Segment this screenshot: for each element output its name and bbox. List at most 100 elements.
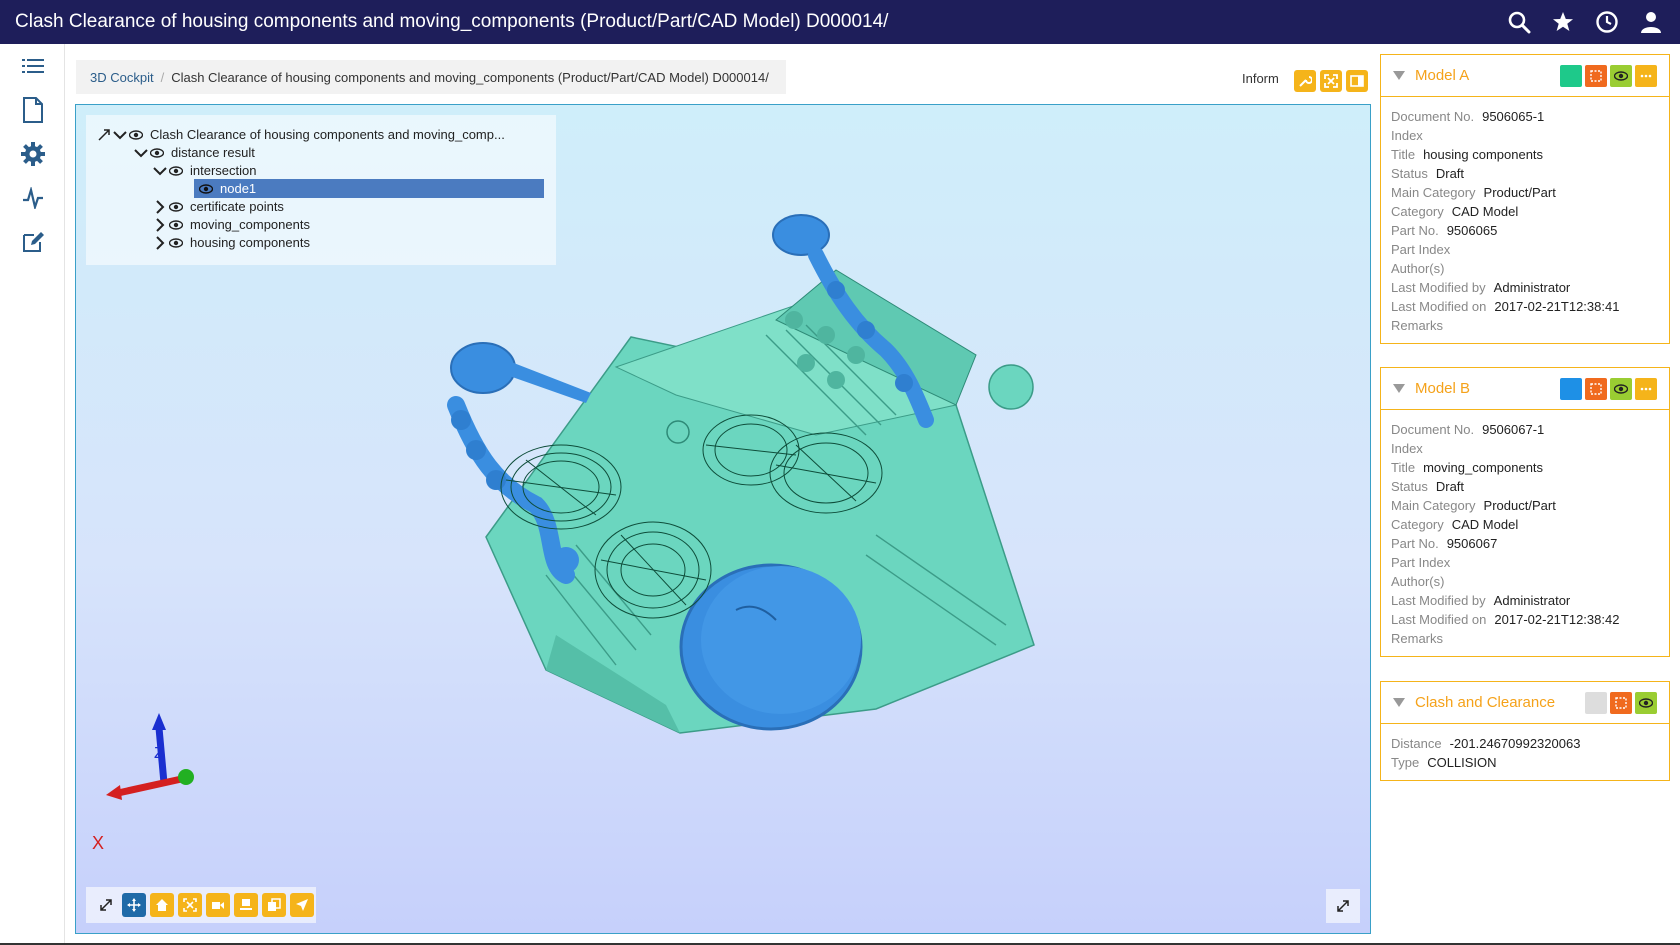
eye-icon[interactable] — [168, 217, 184, 233]
eye-icon[interactable] — [1635, 691, 1657, 714]
chevron-right-icon[interactable] — [152, 235, 168, 251]
tree-label: distance result — [171, 145, 255, 160]
search-icon[interactable] — [1504, 7, 1534, 37]
bounding-box-icon[interactable] — [1585, 64, 1607, 87]
chevron-down-icon[interactable] — [133, 145, 149, 161]
tree-row-intersection[interactable]: intersection — [152, 161, 256, 180]
eye-icon[interactable] — [128, 127, 144, 143]
edit-icon[interactable] — [0, 220, 65, 264]
model-b-title: Model B — [1415, 380, 1471, 397]
camera-icon[interactable] — [206, 893, 230, 917]
gear-icon[interactable] — [0, 132, 65, 176]
navigate-icon[interactable] — [290, 893, 314, 917]
field-row: Title housing components — [1391, 147, 1544, 162]
eye-icon[interactable] — [1610, 64, 1632, 87]
eye-icon[interactable] — [168, 235, 184, 251]
model-tree: Clash Clearance of housing components an… — [86, 115, 556, 265]
field-row: Document No. 9506065-1 — [1391, 109, 1545, 124]
field-row: Category CAD Model — [1391, 204, 1519, 219]
eye-icon[interactable] — [198, 181, 214, 197]
chevron-down-icon[interactable] — [112, 127, 128, 143]
pulse-icon[interactable] — [0, 176, 65, 220]
field-row: Index — [1391, 441, 1423, 456]
page-title: Clash Clearance of housing components an… — [15, 11, 889, 32]
model-b-fields: Document No. 9506067-1 Index Title moving_… — [1381, 410, 1669, 656]
fullscreen-icon[interactable] — [1326, 889, 1360, 923]
bounding-box-icon[interactable] — [1610, 691, 1632, 714]
collapse-triangle-icon[interactable] — [1393, 384, 1405, 393]
field-row: Main Category Product/Part — [1391, 185, 1556, 200]
clash-header: Clash and Clearance — [1381, 682, 1669, 724]
axis-label-z: Z — [154, 745, 164, 762]
field-row: Document No. 9506067-1 — [1391, 422, 1545, 437]
tree-row-root[interactable]: Clash Clearance of housing components an… — [96, 125, 505, 144]
field-row: Author(s) — [1391, 261, 1445, 276]
collapse-triangle-icon[interactable] — [1393, 71, 1405, 80]
model-b-header: Model B — [1381, 368, 1669, 410]
inform-label[interactable]: Inform — [1242, 71, 1279, 86]
field-row: Index — [1391, 128, 1423, 143]
field-row: Last Modified by Administrator — [1391, 593, 1571, 608]
document-icon[interactable] — [0, 88, 65, 132]
viewer-top-controls — [1294, 70, 1368, 92]
model-a-panel: Model A Document No. 9506065-1 Index Titl… — [1380, 54, 1670, 344]
more-icon[interactable] — [1635, 64, 1657, 87]
left-nav — [0, 44, 65, 945]
fit-view-icon[interactable] — [1320, 70, 1342, 92]
color-swatch-button[interactable] — [1560, 377, 1582, 400]
fit-all-icon[interactable] — [178, 893, 202, 917]
clash-fields: Distance -201.24670992320063 Type COLLISIO… — [1381, 724, 1669, 780]
field-row: Remarks — [1391, 631, 1444, 646]
field-row: Part No. 9506067 — [1391, 536, 1498, 551]
section-icon[interactable] — [234, 893, 258, 917]
chevron-right-icon[interactable] — [152, 199, 168, 215]
model-a-title: Model A — [1415, 67, 1470, 84]
field-row: Part Index — [1391, 242, 1451, 257]
tree-row-certificate-points[interactable]: certificate points — [152, 197, 284, 216]
eye-icon[interactable] — [149, 145, 165, 161]
field-row: Type COLLISION — [1391, 755, 1497, 770]
field-row: Main Category Product/Part — [1391, 498, 1556, 513]
field-row: Remarks — [1391, 318, 1444, 333]
3d-viewport[interactable]: Clash Clearance of housing components an… — [75, 104, 1371, 934]
chevron-right-icon[interactable] — [152, 217, 168, 233]
more-icon[interactable] — [1635, 377, 1657, 400]
field-row: Last Modified on 2017-02-21T12:38:42 — [1391, 612, 1620, 627]
side-panel-icon[interactable] — [1346, 70, 1368, 92]
copy-icon[interactable] — [262, 893, 286, 917]
clock-icon[interactable] — [1592, 7, 1622, 37]
collapse-all-icon[interactable] — [96, 127, 112, 143]
home-icon[interactable] — [150, 893, 174, 917]
color-swatch-button[interactable] — [1585, 691, 1607, 714]
list-icon[interactable] — [0, 44, 65, 88]
model-a-fields: Document No. 9506065-1 Index Title housing… — [1381, 97, 1669, 343]
clash-title: Clash and Clearance — [1415, 694, 1556, 711]
model-a-header: Model A — [1381, 55, 1669, 97]
collapse-triangle-icon[interactable] — [1393, 698, 1405, 707]
field-row: Last Modified by Administrator — [1391, 280, 1571, 295]
axis-label-x: X — [92, 833, 105, 853]
breadcrumb-root[interactable]: 3D Cockpit — [90, 70, 154, 85]
tree-label: moving_components — [190, 217, 310, 232]
move-icon[interactable] — [122, 893, 146, 917]
model-b-panel: Model B Document No. 9506067-1 Index Titl… — [1380, 367, 1670, 657]
breadcrumb-separator: / — [160, 69, 165, 85]
tree-row-node1[interactable]: node1 — [194, 179, 544, 198]
tree-row-moving-components[interactable]: moving_components — [152, 215, 310, 234]
field-row: Status Draft — [1391, 479, 1465, 494]
eye-icon[interactable] — [1610, 377, 1632, 400]
tree-row-distance-result[interactable]: distance result — [133, 143, 255, 162]
user-icon[interactable] — [1636, 7, 1666, 37]
chevron-down-icon[interactable] — [152, 163, 168, 179]
eye-icon[interactable] — [168, 163, 184, 179]
bounding-box-icon[interactable] — [1585, 377, 1607, 400]
tree-row-housing-components[interactable]: housing components — [152, 233, 310, 252]
star-icon[interactable] — [1548, 7, 1578, 37]
wrench-icon[interactable] — [1294, 70, 1316, 92]
collapse-icon[interactable] — [94, 893, 118, 917]
field-row: Category CAD Model — [1391, 517, 1519, 532]
color-swatch-button[interactable] — [1560, 64, 1582, 87]
eye-icon[interactable] — [168, 199, 184, 215]
tree-label: node1 — [220, 181, 257, 196]
breadcrumb: 3D Cockpit / Clash Clearance of housing … — [76, 60, 786, 94]
